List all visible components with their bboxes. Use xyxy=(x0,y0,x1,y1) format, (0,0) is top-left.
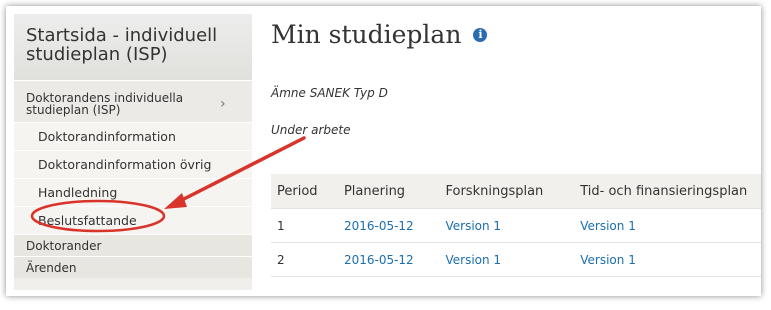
sidebar-item-doktorander[interactable]: Doktorander xyxy=(14,234,252,256)
forskningsplan-link[interactable]: Version 1 xyxy=(445,253,501,267)
plan-table: Period Planering Forskningsplan Tid- och… xyxy=(271,174,761,277)
status-text: Under arbete xyxy=(271,123,351,137)
sidebar-item-doktorandinformation-ovrig[interactable]: Doktorandinformation övrig xyxy=(14,150,252,178)
sidebar: Startsida - individuell studieplan (ISP)… xyxy=(14,14,252,290)
table-header-row: Period Planering Forskningsplan Tid- och… xyxy=(271,174,761,209)
table-row: 2 2016-05-12 Version 1 Version 1 xyxy=(271,242,761,277)
column-header-period: Period xyxy=(271,174,338,209)
sidebar-item-label: Doktorander xyxy=(26,238,102,253)
planering-link[interactable]: 2016-05-12 xyxy=(344,219,414,233)
sidebar-item-label: Doktorandinformation xyxy=(38,129,176,144)
info-icon[interactable]: i xyxy=(473,27,488,42)
column-header-forskningsplan: Forskningsplan xyxy=(439,174,575,209)
subject-text: Ämne SANEK Typ D xyxy=(271,86,388,100)
screenshot-frame: Startsida - individuell studieplan (ISP)… xyxy=(6,6,761,296)
sidebar-item-label: Doktorandinformation övrig xyxy=(38,157,212,172)
tid-finansieringsplan-link[interactable]: Version 1 xyxy=(580,253,636,267)
sidebar-item-label: Ärenden xyxy=(26,260,77,275)
sidebar-item-arenden[interactable]: Ärenden xyxy=(14,256,252,278)
sidebar-item-beslutsfattande[interactable]: Beslutsfattande xyxy=(14,206,252,234)
sidebar-item-label: Beslutsfattande xyxy=(38,213,137,228)
page-title-row: Min studieplan i xyxy=(271,20,488,49)
sidebar-item-label: Handledning xyxy=(38,185,118,200)
tid-finansieringsplan-link[interactable]: Version 1 xyxy=(580,219,636,233)
page-title: Min studieplan xyxy=(271,20,462,49)
sidebar-item-isp[interactable]: Doktorandens individuella studieplan (IS… xyxy=(14,80,252,122)
planering-link[interactable]: 2016-05-12 xyxy=(344,253,414,267)
chevron-right-icon: › xyxy=(220,95,226,112)
column-header-planering: Planering xyxy=(337,174,440,209)
column-header-tid-finansiering: Tid- och finansieringsplan xyxy=(574,174,761,209)
main-content: Min studieplan i Ämne SANEK Typ D Under … xyxy=(269,14,761,296)
table-row: 1 2016-05-12 Version 1 Version 1 xyxy=(271,208,761,243)
period-cell: 1 xyxy=(271,208,338,243)
sidebar-item-handledning[interactable]: Handledning xyxy=(14,178,252,206)
sidebar-title[interactable]: Startsida - individuell studieplan (ISP) xyxy=(14,14,252,80)
forskningsplan-link[interactable]: Version 1 xyxy=(445,219,501,233)
sidebar-item-doktorandinformation[interactable]: Doktorandinformation xyxy=(14,122,252,150)
period-cell: 2 xyxy=(271,242,338,277)
sidebar-item-label: Doktorandens individuella studieplan (IS… xyxy=(26,90,184,117)
